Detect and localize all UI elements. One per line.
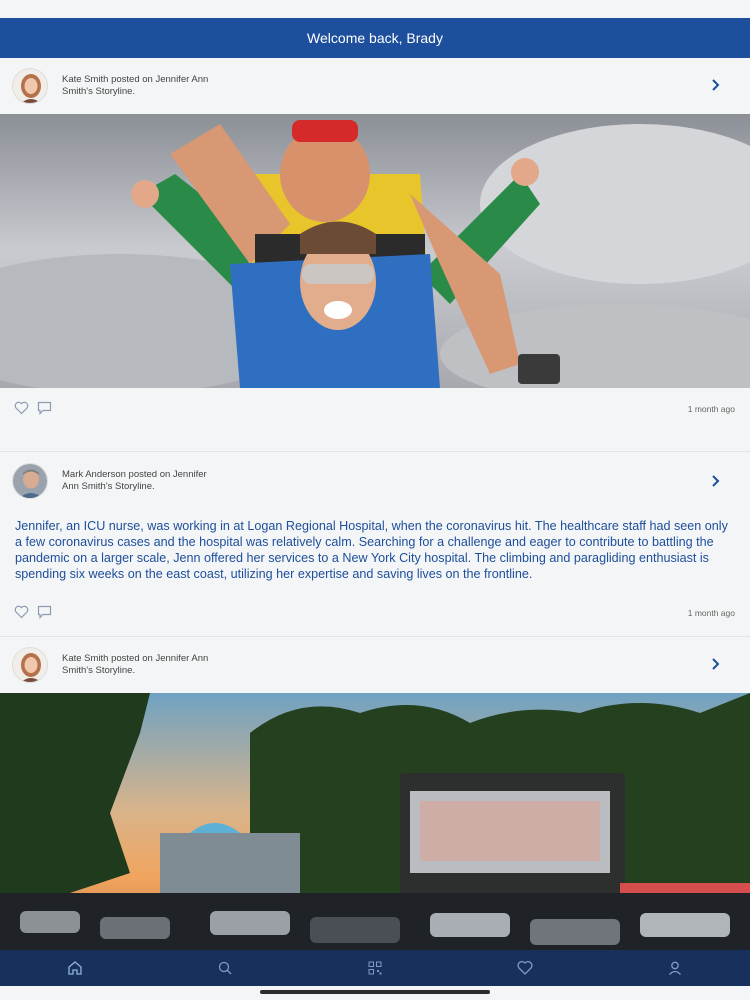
post-photo-skydive[interactable] [0,114,750,388]
post-author-line: Kate Smith posted on Jennifer Ann Smith'… [62,653,209,676]
like-heart-icon[interactable] [14,401,29,415]
tab-bar [0,950,750,986]
chevron-right-icon[interactable] [708,474,722,488]
comment-icon[interactable] [37,401,52,415]
profile-icon[interactable] [667,960,683,976]
post-actions: 1 month ago [0,388,750,432]
post-header[interactable]: Kate Smith posted on Jennifer Ann Smith'… [0,637,750,693]
qr-code-icon[interactable] [367,960,383,976]
avatar[interactable] [12,463,48,499]
avatar[interactable] [12,647,48,683]
status-bar [0,0,750,18]
post-actions: 1 month ago [0,592,750,636]
chevron-right-icon[interactable] [708,78,722,92]
post-photo-drive-in[interactable] [0,693,750,950]
home-indicator-area [0,986,750,1000]
page-title: Welcome back, Brady [307,30,443,46]
post-timestamp: 1 month ago [687,404,735,414]
post-author-line: Kate Smith posted on Jennifer Ann Smith'… [62,74,209,97]
post-card: Mark Anderson posted on Jennifer Ann Smi… [0,452,750,637]
post-timestamp: 1 month ago [687,608,735,618]
post-header[interactable]: Mark Anderson posted on Jennifer Ann Smi… [0,452,750,510]
chevron-right-icon[interactable] [708,657,722,671]
like-heart-icon[interactable] [14,605,29,619]
post-card: Kate Smith posted on Jennifer Ann Smith'… [0,637,750,950]
header-bar: Welcome back, Brady [0,18,750,58]
post-body-text: Jennifer, an ICU nurse, was working in a… [15,519,728,581]
feed[interactable]: Kate Smith posted on Jennifer Ann Smith'… [0,58,750,950]
home-icon[interactable] [67,960,83,976]
avatar[interactable] [12,68,48,104]
comment-icon[interactable] [37,605,52,619]
search-icon[interactable] [217,960,233,976]
post-author-line: Mark Anderson posted on Jennifer Ann Smi… [62,469,207,492]
heart-icon[interactable] [517,960,533,976]
post-card: Kate Smith posted on Jennifer Ann Smith'… [0,58,750,452]
post-header[interactable]: Kate Smith posted on Jennifer Ann Smith'… [0,58,750,114]
home-indicator[interactable] [260,990,490,994]
